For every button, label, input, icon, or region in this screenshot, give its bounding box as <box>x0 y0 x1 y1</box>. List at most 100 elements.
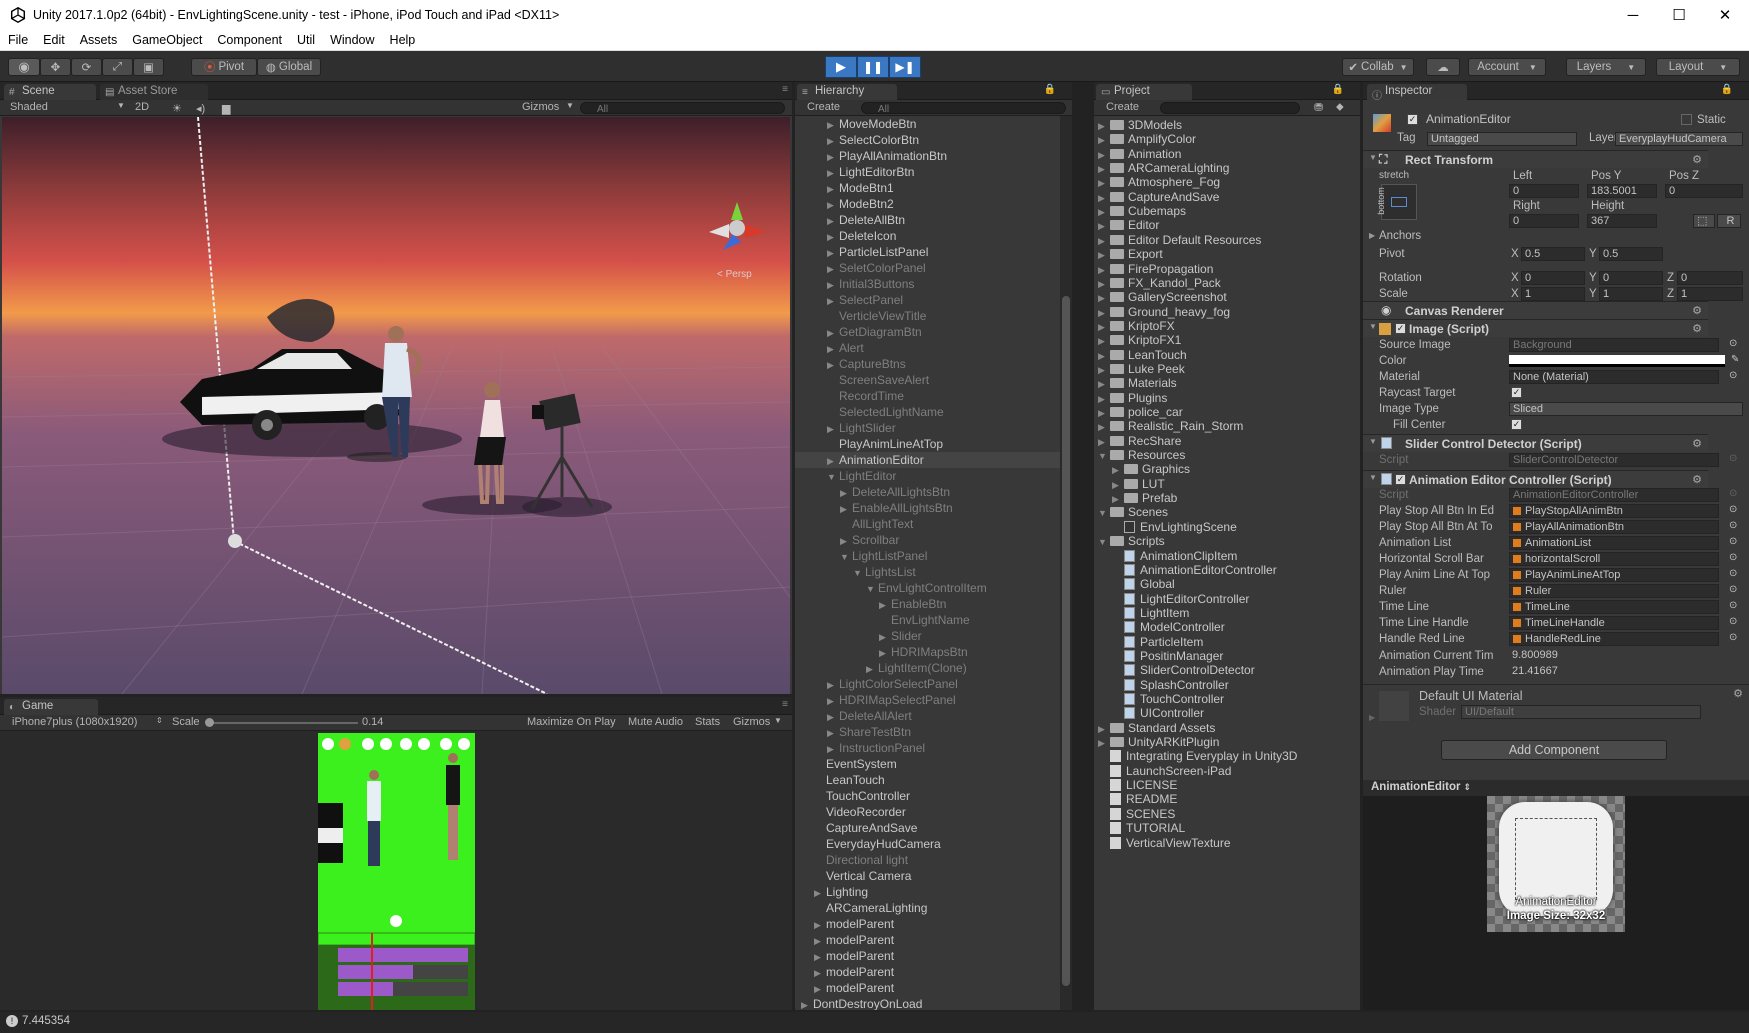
panel-menu-icon[interactable]: ≡ <box>782 84 788 95</box>
project-asset[interactable]: ModelController <box>1094 620 1225 634</box>
chevron-right-icon[interactable]: ▶ <box>827 341 839 357</box>
project-folder[interactable]: ▶ 3DModels <box>1094 118 1182 132</box>
hand-tool-button[interactable]: ◉ <box>8 58 40 76</box>
chevron-right-icon[interactable]: ▶ <box>1098 176 1110 190</box>
static-checkbox[interactable] <box>1681 114 1692 125</box>
rect-transform-header[interactable]: ▼ ⛶ Rect Transform ⚙ <box>1363 150 1708 168</box>
chevron-right-icon[interactable]: ▶ <box>1112 492 1124 506</box>
selection-gizmo[interactable] <box>228 534 242 548</box>
project-folder[interactable]: ▶ Luke Peek <box>1094 362 1185 376</box>
raycast-target-checkbox[interactable]: ✓ <box>1511 387 1522 398</box>
object-picker-icon[interactable]: ⊙ <box>1729 338 1737 349</box>
menu-window[interactable]: Window <box>322 33 381 47</box>
chevron-right-icon[interactable]: ▶ <box>1098 435 1110 449</box>
move-tool-button[interactable]: ✥ <box>40 58 71 76</box>
lock-icon[interactable]: 🔒 <box>1721 84 1733 95</box>
project-folder[interactable]: ▶ GalleryScreenshot <box>1094 290 1227 304</box>
chevron-right-icon[interactable]: ▶ <box>827 149 839 165</box>
hierarchy-item[interactable]: ▶ CaptureBtns <box>795 356 1060 372</box>
object-picker-icon[interactable]: ⊙ <box>1729 600 1737 611</box>
project-folder[interactable]: ▶ Standard Assets <box>1094 721 1215 735</box>
project-folder[interactable]: ▶ RecShare <box>1094 434 1181 448</box>
chevron-right-icon[interactable]: ▶ <box>879 597 891 613</box>
rot-y-field[interactable]: 0 <box>1599 271 1663 285</box>
hierarchy-item[interactable]: ▼ LightEditor <box>795 468 1060 484</box>
project-folder[interactable]: ▶ Editor <box>1094 218 1159 232</box>
hierarchy-item[interactable]: LeanTouch <box>795 772 1060 788</box>
hierarchy-item[interactable]: RecordTime <box>795 388 1060 404</box>
object-name-field[interactable]: AnimationEditor <box>1423 113 1583 127</box>
blueprint-button[interactable]: ⬚ <box>1693 214 1715 228</box>
chevron-right-icon[interactable]: ▶ <box>840 533 852 549</box>
hierarchy-item[interactable]: ▶ LightSlider <box>795 420 1060 436</box>
menu-file[interactable]: File <box>0 33 35 47</box>
chevron-down-icon[interactable]: ▼ <box>840 549 852 565</box>
chevron-right-icon[interactable]: ▶ <box>814 917 826 933</box>
object-picker-icon[interactable]: ⊙ <box>1729 520 1737 531</box>
scale-y-field[interactable]: 1 <box>1599 287 1663 301</box>
chevron-right-icon[interactable]: ▶ <box>827 693 839 709</box>
anim-field-value[interactable]: Ruler <box>1509 584 1719 598</box>
project-search[interactable] <box>1160 102 1300 114</box>
resolution-dropdown[interactable]: iPhone7plus (1080x1920) <box>12 716 137 728</box>
hierarchy-item[interactable]: ▼ LightsList <box>795 564 1060 580</box>
slider-detector-header[interactable]: ▼ Slider Control Detector (Script) ⚙ <box>1363 434 1708 452</box>
object-picker-icon[interactable]: ⊙ <box>1729 552 1737 563</box>
tab-asset-store[interactable]: ▤ Asset Store <box>100 84 208 100</box>
menu-edit[interactable]: Edit <box>35 33 72 47</box>
game-gizmos-dropdown[interactable]: Gizmos <box>733 716 770 728</box>
chevron-right-icon[interactable]: ▶ <box>827 725 839 741</box>
hierarchy-item[interactable]: ▶ MoveModeBtn <box>795 116 1060 132</box>
project-folder[interactable]: ▶ KriptoFX1 <box>1094 333 1181 347</box>
project-folder[interactable]: ▶ CaptureAndSave <box>1094 190 1219 204</box>
gear-icon[interactable]: ⚙ <box>1692 304 1702 317</box>
hierarchy-item[interactable]: ▶ DeleteIcon <box>795 228 1060 244</box>
chevron-right-icon[interactable]: ▶ <box>827 325 839 341</box>
hierarchy-item[interactable]: VerticleViewTitle <box>795 308 1060 324</box>
hierarchy-item[interactable]: Vertical Camera <box>795 868 1060 884</box>
anim-field-value[interactable]: PlayAllAnimationBtn <box>1509 520 1719 534</box>
object-picker-icon[interactable]: ⊙ <box>1729 584 1737 595</box>
chevron-right-icon[interactable]: ▶ <box>827 117 839 133</box>
hierarchy-item[interactable]: TouchController <box>795 788 1060 804</box>
scale-slider-thumb[interactable] <box>205 718 214 727</box>
chevron-right-icon[interactable]: ▶ <box>1098 349 1110 363</box>
preview-header[interactable]: AnimationEditor ⇕ <box>1363 780 1749 796</box>
play-time-field[interactable]: 21.41667 <box>1509 665 1743 679</box>
chevron-right-icon[interactable]: ▶ <box>1098 291 1110 305</box>
chevron-right-icon[interactable]: ▶ <box>1098 320 1110 334</box>
chevron-right-icon[interactable]: ▶ <box>827 245 839 261</box>
hierarchy-item[interactable]: ▶ Scrollbar <box>795 532 1060 548</box>
project-asset[interactable]: PositinManager <box>1094 649 1223 663</box>
object-picker-icon[interactable]: ⊙ <box>1729 568 1737 579</box>
project-folder[interactable]: ▶ Realistic_Rain_Storm <box>1094 419 1243 433</box>
persp-label[interactable]: < Persp <box>717 269 752 280</box>
object-picker-icon[interactable]: ⊙ <box>1729 536 1737 547</box>
chevron-right-icon[interactable]: ▶ <box>827 741 839 757</box>
chevron-right-icon[interactable]: ▶ <box>1098 191 1110 205</box>
chevron-down-icon[interactable]: ▼ <box>1098 535 1110 549</box>
step-button[interactable]: ▶❚ <box>889 56 921 78</box>
hierarchy-item[interactable]: ▶ EnableBtn <box>795 596 1060 612</box>
project-folder[interactable]: ▼ Resources <box>1094 448 1185 462</box>
hierarchy-item[interactable]: ▶ LightItem(Clone) <box>795 660 1060 676</box>
account-dropdown[interactable]: Account ▼ <box>1468 58 1546 76</box>
project-asset[interactable]: TouchController <box>1094 692 1224 706</box>
project-asset[interactable]: AnimationEditorController <box>1094 563 1277 577</box>
project-folder[interactable]: ▶ AmplifyColor <box>1094 132 1196 146</box>
chevron-right-icon[interactable]: ▶ <box>1098 736 1110 750</box>
maximize-on-play-toggle[interactable]: Maximize On Play <box>527 716 616 728</box>
project-asset[interactable]: LightItem <box>1094 606 1189 620</box>
chevron-right-icon[interactable]: ▶ <box>814 981 826 997</box>
chevron-right-icon[interactable]: ▶ <box>827 709 839 725</box>
chevron-right-icon[interactable]: ▶ <box>827 165 839 181</box>
hierarchy-item[interactable]: ▶ modelParent <box>795 980 1060 996</box>
project-asset[interactable]: Integrating Everyplay in Unity3D <box>1094 749 1297 763</box>
chevron-right-icon[interactable]: ▶ <box>1098 234 1110 248</box>
status-text[interactable]: 7.445354 <box>22 1015 70 1027</box>
image-enabled-checkbox[interactable]: ✓ <box>1395 323 1406 334</box>
add-component-button[interactable]: Add Component <box>1441 740 1667 760</box>
chevron-right-icon[interactable]: ▶ <box>1098 363 1110 377</box>
chevron-right-icon[interactable]: ▶ <box>814 949 826 965</box>
gizmos-dropdown[interactable]: Gizmos <box>522 101 559 113</box>
